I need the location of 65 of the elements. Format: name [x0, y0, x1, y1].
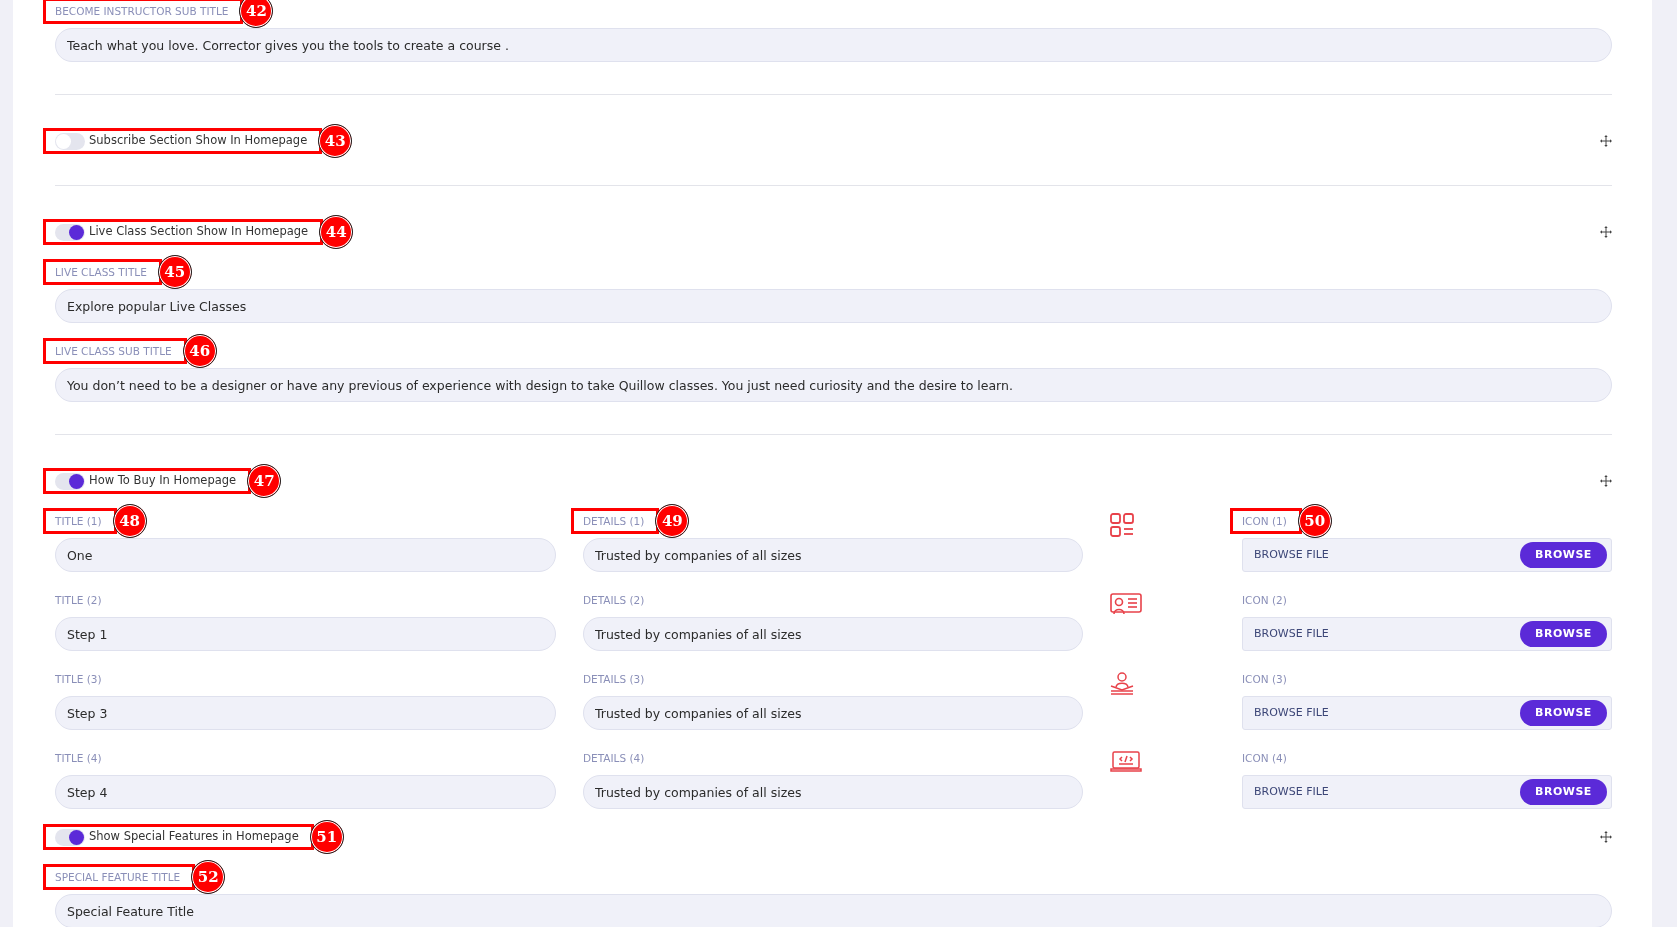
text-field[interactable]: Special Feature Title	[55, 894, 1612, 927]
title-field[interactable]: One	[55, 538, 556, 572]
toggle-label: How To Buy In Homepage	[89, 472, 237, 490]
toggle-switch[interactable]	[55, 472, 85, 490]
field-label: SPECIAL FEATURE TITLE	[55, 870, 181, 885]
file-field[interactable]: BROWSE FILE BROWSE	[1242, 696, 1612, 730]
field-label: BECOME INSTRUCTOR SUB TITLE	[55, 4, 229, 19]
browse-button[interactable]: BROWSE	[1520, 779, 1607, 805]
details-field[interactable]: Trusted by companies of all sizes	[583, 696, 1083, 730]
details-field[interactable]: Trusted by companies of all sizes	[583, 775, 1083, 809]
toggle-label: Subscribe Section Show In Homepage	[89, 132, 308, 150]
callout-number: 42	[239, 0, 274, 28]
toggle-switch[interactable]	[55, 828, 85, 846]
callout-number: 52	[191, 860, 226, 894]
browse-button[interactable]: BROWSE	[1520, 700, 1607, 726]
file-field-text: BROWSE FILE	[1254, 546, 1329, 563]
id-card-icon	[1110, 592, 1142, 615]
field-label: LIVE CLASS TITLE	[55, 265, 147, 280]
move-icon[interactable]	[1600, 831, 1612, 843]
field-label: DETAILS (4)	[583, 751, 645, 766]
callout-number: 46	[182, 334, 217, 368]
field-label: LIVE CLASS SUB TITLE	[55, 344, 172, 359]
field-label: ICON (1)	[1242, 514, 1287, 529]
details-field[interactable]: Trusted by companies of all sizes	[583, 538, 1083, 572]
file-field[interactable]: BROWSE FILE BROWSE	[1242, 617, 1612, 651]
browse-button[interactable]: BROWSE	[1520, 542, 1607, 568]
field-label: TITLE (1)	[55, 514, 102, 529]
callout-number: 45	[157, 255, 192, 289]
field-label: DETAILS (3)	[583, 672, 645, 687]
move-icon[interactable]	[1600, 135, 1612, 147]
file-field-text: BROWSE FILE	[1254, 625, 1329, 642]
text-field[interactable]: You don’t need to be a designer or have any previous of experience with design to take Quillow classes. You just need curiosity and the desire to learn.	[55, 368, 1612, 402]
laptop-code-icon	[1110, 750, 1142, 773]
toggle-switch[interactable]	[55, 223, 85, 241]
file-field[interactable]: BROWSE FILE BROWSE	[1242, 775, 1612, 809]
field-label: DETAILS (2)	[583, 593, 645, 608]
field-label: ICON (3)	[1242, 672, 1287, 687]
grid-list-icon	[1110, 512, 1134, 537]
field-label: TITLE (2)	[55, 593, 102, 608]
callout-number: 50	[1297, 504, 1332, 538]
toggle-label: Live Class Section Show In Homepage	[89, 223, 309, 241]
title-field[interactable]: Step 3	[55, 696, 556, 730]
file-field-text: BROWSE FILE	[1254, 783, 1329, 800]
field-label: TITLE (3)	[55, 672, 102, 687]
callout-number: 51	[309, 820, 344, 854]
callout-number: 48	[112, 504, 147, 538]
field-label: ICON (2)	[1242, 593, 1287, 608]
field-label: ICON (4)	[1242, 751, 1287, 766]
title-field[interactable]: Step 1	[55, 617, 556, 651]
callout-number: 47	[247, 464, 282, 498]
toggle-label: Show Special Features in Homepage	[89, 828, 299, 846]
move-icon[interactable]	[1600, 475, 1612, 487]
field-label: DETAILS (1)	[583, 514, 645, 529]
reader-book-icon	[1110, 670, 1134, 695]
details-field[interactable]: Trusted by companies of all sizes	[583, 617, 1083, 651]
text-field[interactable]: Teach what you love. Corrector gives you the tools to create a course .	[55, 28, 1612, 62]
title-field[interactable]: Step 4	[55, 775, 556, 809]
toggle-switch[interactable]	[55, 132, 85, 150]
browse-button[interactable]: BROWSE	[1520, 621, 1607, 647]
file-field[interactable]: BROWSE FILE BROWSE	[1242, 538, 1612, 572]
field-label: TITLE (4)	[55, 751, 102, 766]
callout-number: 43	[318, 124, 353, 158]
text-field[interactable]: Explore popular Live Classes	[55, 289, 1612, 323]
move-icon[interactable]	[1600, 226, 1612, 238]
file-field-text: BROWSE FILE	[1254, 704, 1329, 721]
